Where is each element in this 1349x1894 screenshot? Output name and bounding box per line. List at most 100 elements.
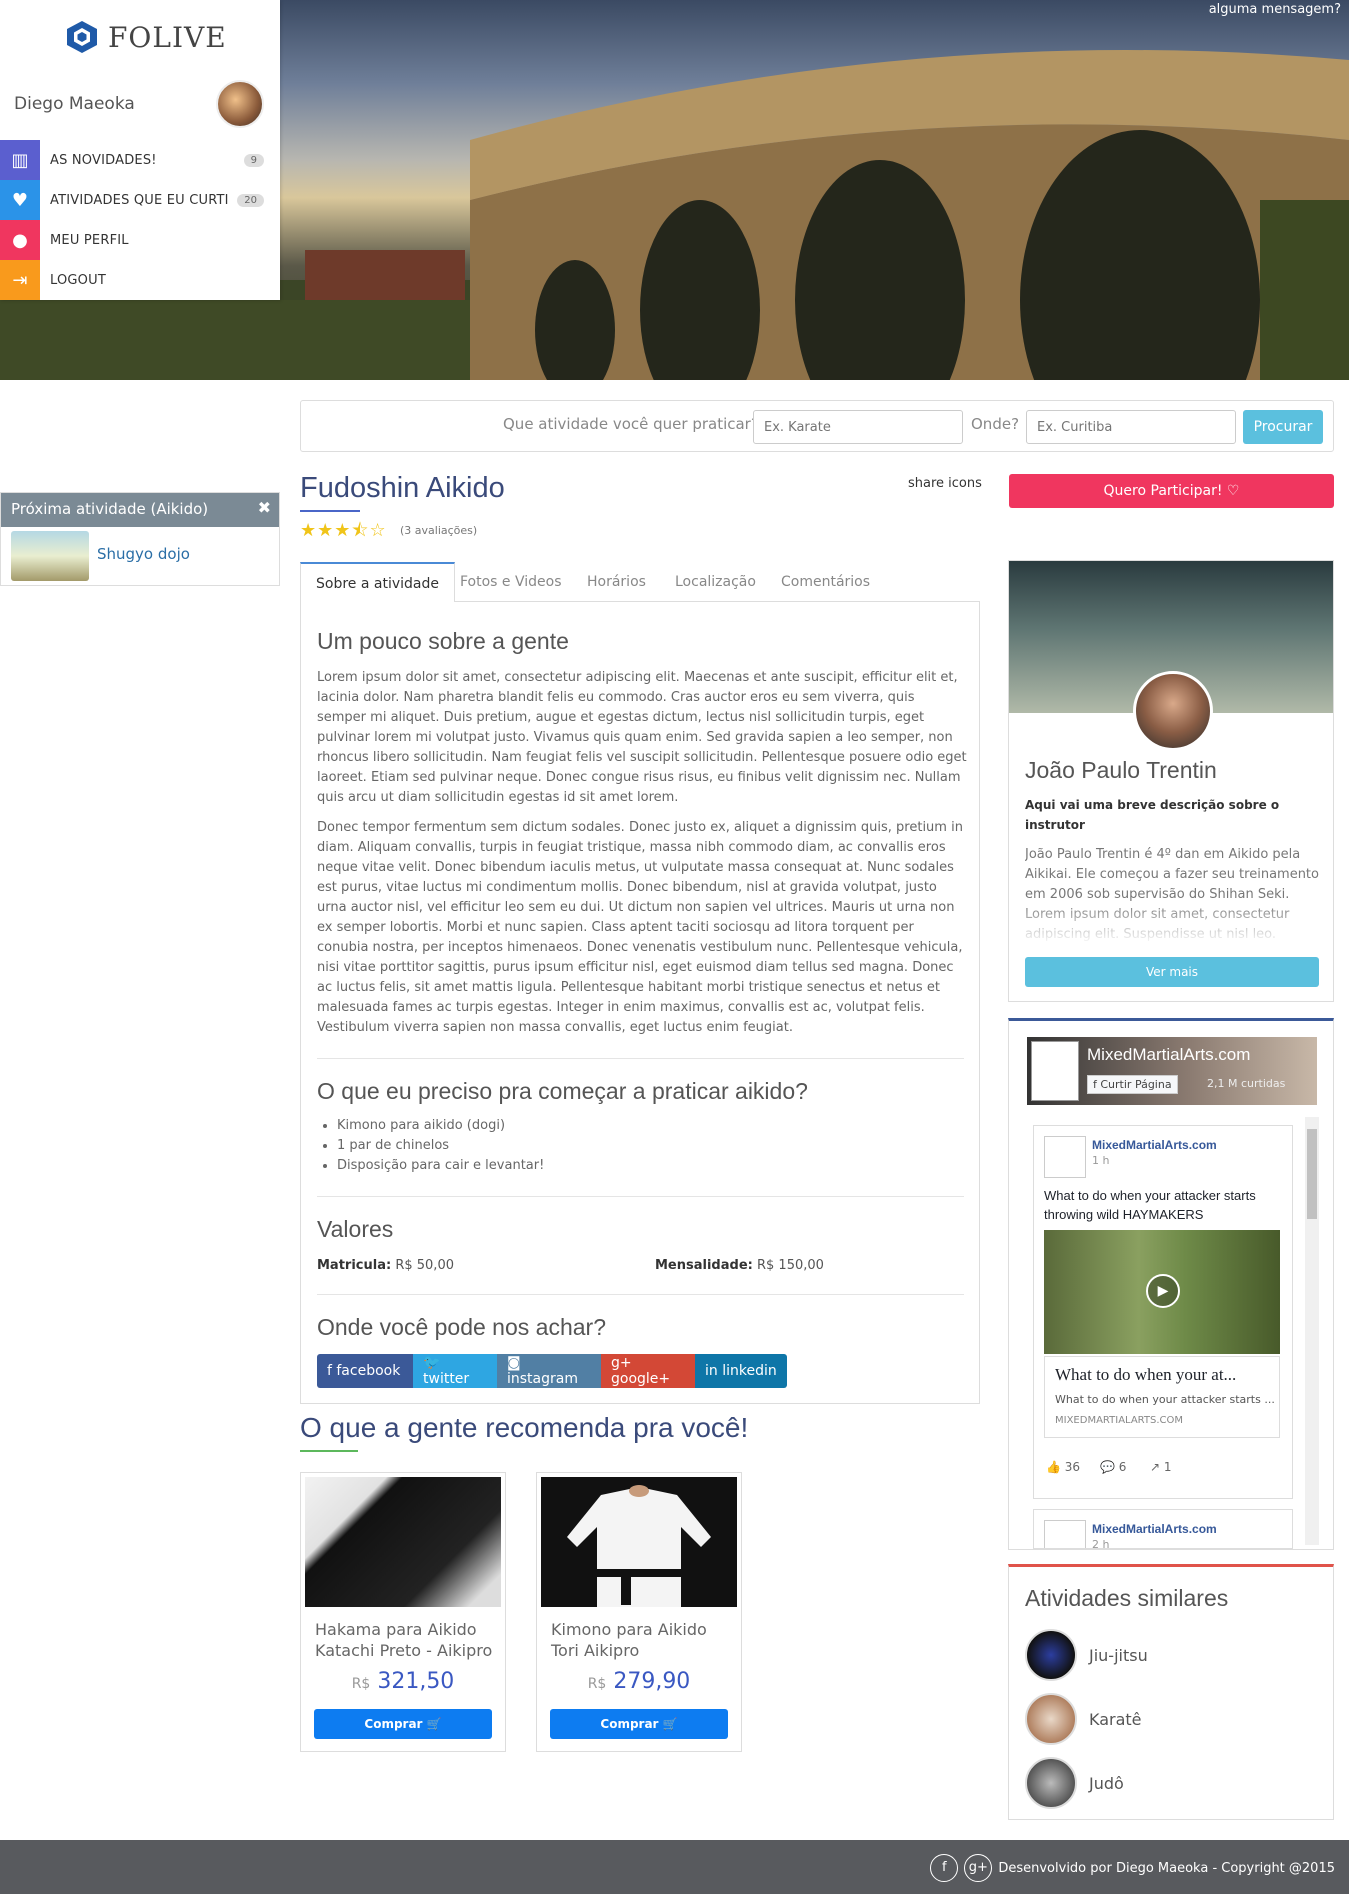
instructor-name: João Paulo Trentin <box>1025 757 1217 783</box>
scrollbar-thumb[interactable] <box>1307 1129 1317 1219</box>
product-name[interactable]: Hakama para Aikido Katachi Preto - Aikip… <box>315 1619 495 1661</box>
activity-title: Fudoshin Aikido <box>300 472 505 504</box>
play-icon[interactable]: ▶ <box>1146 1274 1180 1308</box>
facebook-post: MixedMartialArts.com 1 h What to do when… <box>1033 1125 1293 1499</box>
nav-item-curti[interactable]: ♥ ATIVIDADES QUE EU CURTI 20 <box>0 180 280 220</box>
post-link-preview[interactable]: What to do when your at... What to do wh… <box>1044 1356 1280 1438</box>
nav-badge: 20 <box>237 193 264 207</box>
close-icon[interactable]: ✖ <box>258 498 271 517</box>
similar-item[interactable]: Karatê <box>1025 1693 1142 1745</box>
logo[interactable]: FOLIVE <box>66 20 227 54</box>
buy-button[interactable]: Comprar 🛒 <box>550 1709 728 1739</box>
post-logo <box>1044 1520 1086 1548</box>
google-plus-button[interactable]: g+ google+ <box>601 1354 695 1388</box>
facebook-widget: MixedMartialArts.com f Curtir Página 2,1… <box>1008 1018 1334 1550</box>
enroll-price: Matricula: R$ 50,00 <box>317 1258 454 1273</box>
scrollbar[interactable] <box>1305 1117 1319 1545</box>
tab-fotos[interactable]: Fotos e Videos <box>460 562 562 602</box>
like-page-button[interactable]: f Curtir Página <box>1087 1075 1178 1094</box>
price-value: 321,50 <box>377 1669 455 1694</box>
post-shares-count: 1 <box>1163 1460 1172 1474</box>
tab-horarios[interactable]: Horários <box>587 562 646 602</box>
product-image[interactable] <box>305 1477 501 1607</box>
page-logo <box>1031 1041 1079 1101</box>
list-item: Kimono para aikido (dogi) <box>337 1116 544 1136</box>
prices-heading: Valores <box>317 1216 394 1242</box>
nav-item-perfil[interactable]: ● MEU PERFIL <box>0 220 280 260</box>
facebook-icon[interactable]: f <box>930 1854 959 1882</box>
post-source[interactable]: MixedMartialArts.com <box>1092 1138 1217 1152</box>
currency: R$ <box>587 1676 607 1692</box>
location-input[interactable] <box>1026 410 1236 444</box>
similar-item-name[interactable]: Judô <box>1089 1774 1124 1793</box>
nav-label: ATIVIDADES QUE EU CURTI <box>50 192 229 208</box>
page-name[interactable]: MixedMartialArts.com <box>1087 1045 1250 1065</box>
post-likes-count: 36 <box>1064 1460 1081 1474</box>
instructor-subtitle: Aqui vai uma breve descrição sobre o ins… <box>1025 798 1280 832</box>
user-avatar[interactable] <box>216 80 264 128</box>
monthly-value: R$ 150,00 <box>756 1258 824 1273</box>
join-button[interactable]: Quero Participar! ♡ <box>1009 474 1334 508</box>
list-item: Disposição para cair e levantar! <box>337 1156 544 1176</box>
activity-avatar <box>1025 1629 1077 1681</box>
product-card[interactable]: Kimono para Aikido Tori Aikipro R$ 279,9… <box>536 1472 742 1752</box>
buy-button[interactable]: Comprar 🛒 <box>314 1709 492 1739</box>
hero-message[interactable]: alguma mensagem? <box>1209 2 1341 17</box>
instagram-button[interactable]: ◙ instagram <box>497 1354 601 1388</box>
nav-item-logout[interactable]: ⇥ LOGOUT <box>0 260 280 300</box>
title-underline <box>300 510 360 512</box>
needs-list: Kimono para aikido (dogi) 1 par de chine… <box>317 1116 544 1176</box>
post-source[interactable]: MixedMartialArts.com <box>1092 1522 1217 1536</box>
product-name[interactable]: Kimono para Aikido Tori Aikipro <box>551 1619 731 1661</box>
share-icons[interactable]: share icons <box>908 476 982 491</box>
similar-item[interactable]: Judô <box>1025 1757 1124 1809</box>
heart-icon: ♥ <box>0 180 40 220</box>
recommend-underline <box>300 1450 358 1452</box>
post-shares[interactable]: ↗ 1 <box>1150 1460 1172 1474</box>
link-title: What to do when your at... <box>1055 1365 1237 1384</box>
tab-comentarios[interactable]: Comentários <box>781 562 870 602</box>
search-button[interactable]: Procurar <box>1243 410 1323 444</box>
link-description: What to do when your attacker starts ... <box>1055 1393 1275 1406</box>
nav-item-novidades[interactable]: ▥ AS NOVIDADES! 9 <box>0 140 280 180</box>
similar-item-name[interactable]: Jiu-jitsu <box>1089 1646 1148 1665</box>
google-plus-icon[interactable]: g+ <box>964 1854 993 1882</box>
review-count[interactable]: (3 avaliações) <box>400 524 477 537</box>
about-paragraph-2: Donec tempor fermentum sem dictum sodale… <box>317 820 963 1035</box>
similar-item[interactable]: Jiu-jitsu <box>1025 1629 1148 1681</box>
tab-sobre[interactable]: Sobre a atividade <box>300 562 455 603</box>
next-activity-thumbnail[interactable] <box>11 531 89 581</box>
post-video[interactable]: ▶ <box>1044 1230 1280 1354</box>
currency: R$ <box>351 1676 371 1692</box>
tab-localizacao[interactable]: Localização <box>675 562 756 602</box>
price-value: 279,90 <box>613 1669 691 1694</box>
similar-heading: Atividades similares <box>1025 1585 1229 1611</box>
nav-label: LOGOUT <box>50 272 106 288</box>
post-comments[interactable]: 💬 6 <box>1100 1460 1126 1474</box>
twitter-button[interactable]: 🐦 twitter <box>413 1354 497 1388</box>
instructor-avatar[interactable] <box>1133 671 1213 751</box>
post-time[interactable]: 2 h <box>1092 1538 1109 1548</box>
footer: f g+ Desenvolvido por Diego Maeoka - Cop… <box>0 1840 1349 1894</box>
post-time[interactable]: 1 h <box>1092 1154 1109 1167</box>
facebook-page-banner[interactable]: MixedMartialArts.com f Curtir Página 2,1… <box>1027 1037 1317 1105</box>
similar-item-name[interactable]: Karatê <box>1089 1710 1142 1729</box>
post-text: What to do when your attacker starts thr… <box>1044 1188 1256 1222</box>
where-label: Onde? <box>971 415 1020 433</box>
facebook-button[interactable]: f facebook <box>317 1354 413 1388</box>
about-heading: Um pouco sobre a gente <box>317 628 569 654</box>
post-likes[interactable]: 👍 36 <box>1046 1460 1080 1474</box>
product-card[interactable]: Hakama para Aikido Katachi Preto - Aikip… <box>300 1472 506 1752</box>
product-image[interactable] <box>541 1477 737 1607</box>
tab-bar: Sobre a atividade Fotos e Videos Horário… <box>300 562 980 603</box>
next-activity-name[interactable]: Shugyo dojo <box>97 545 190 563</box>
more-button[interactable]: Ver mais <box>1025 957 1319 987</box>
search-bar: Que atividade você quer praticar? Onde? … <box>300 400 1334 452</box>
linkedin-button[interactable]: in linkedin <box>695 1354 787 1388</box>
kimono-image <box>567 1485 711 1607</box>
about-paragraph-1: Lorem ipsum dolor sit amet, consectetur … <box>317 670 967 805</box>
footer-text: Desenvolvido por Diego Maeoka - Copyrigh… <box>998 1860 1335 1876</box>
logout-icon: ⇥ <box>0 260 40 300</box>
thumbs-up-icon: 👍 <box>1046 1460 1061 1474</box>
activity-input[interactable] <box>753 410 963 444</box>
